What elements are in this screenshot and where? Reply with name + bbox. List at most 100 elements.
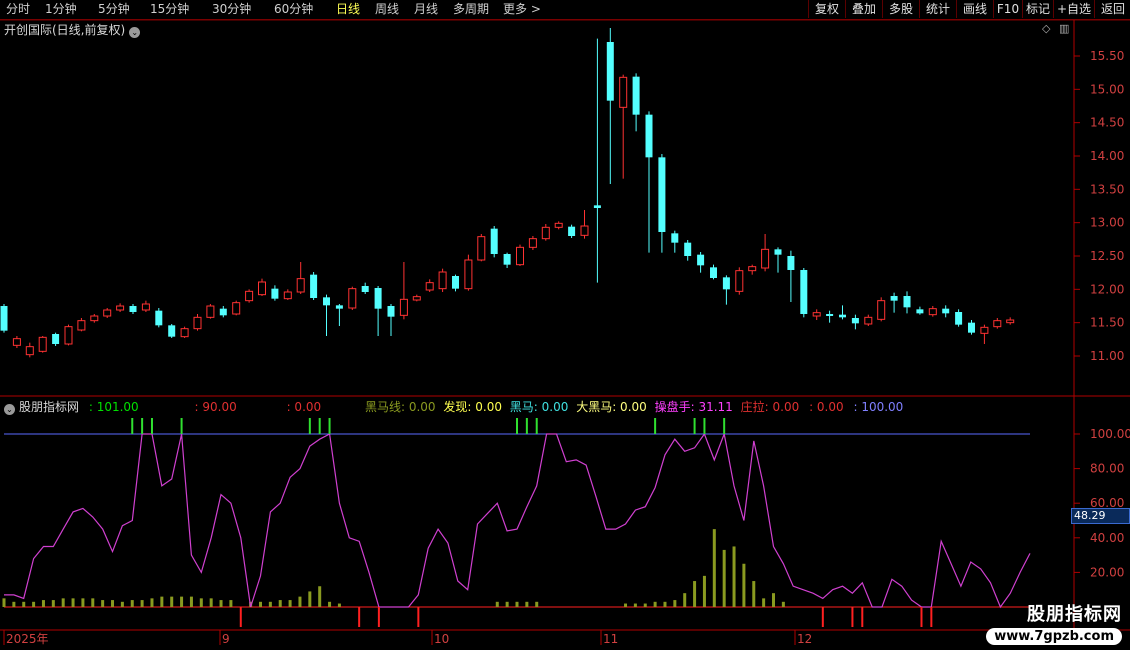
candle-body [155, 310, 163, 326]
candle-body [774, 249, 782, 255]
candle-body [245, 290, 254, 302]
indicator-tick-label: 80.00 [1090, 462, 1124, 476]
candle-body [452, 276, 459, 289]
candle-body [568, 226, 576, 236]
candle-body [361, 286, 369, 292]
oscillator-line [4, 431, 1031, 609]
candle-body [387, 306, 395, 317]
time-tick-label: 9 [222, 632, 230, 646]
indicator-panel [2, 418, 1031, 627]
time-axis: 2025年 9 10 11 12 [3, 630, 812, 646]
price-tick-label: 13.00 [1090, 216, 1124, 230]
candle-body [477, 236, 486, 261]
candle-body [580, 225, 589, 236]
candle-body [541, 226, 550, 240]
candle-body [490, 228, 498, 254]
candle-body [864, 316, 873, 325]
candle-body [761, 248, 770, 269]
candle-body [64, 326, 73, 345]
candle-body [168, 325, 176, 337]
candle-body [283, 291, 292, 300]
candle-body [77, 320, 86, 331]
candle-body [103, 309, 112, 317]
candle-body [697, 254, 705, 266]
watermark-logo: 股朋指标网 www.7gpzb.com [986, 600, 1122, 645]
time-tick-label: 12 [797, 632, 812, 646]
price-tick-label: 13.50 [1090, 182, 1124, 196]
candle-body [928, 308, 937, 316]
time-tick-label: 10 [434, 632, 449, 646]
candle-body [903, 296, 911, 308]
time-tick-label: 11 [603, 632, 618, 646]
watermark-line1: 股朋指标网 [1027, 604, 1122, 625]
price-tick-label: 11.00 [1090, 349, 1124, 363]
candle-body [180, 328, 189, 338]
candle-body [593, 205, 601, 208]
candle-body [219, 308, 227, 316]
candle-body [296, 278, 305, 293]
price-tick-label: 14.50 [1090, 116, 1124, 130]
candle-body [412, 296, 421, 301]
candle-body [826, 314, 834, 316]
price-tick-label: 15.00 [1090, 82, 1124, 96]
candle-body [735, 270, 744, 292]
chart-canvas[interactable]: 15.50 15.00 14.50 14.00 13.50 13.00 12.50 12.00… [0, 0, 1130, 650]
candle-body [348, 288, 357, 309]
candle-body [52, 334, 60, 344]
price-tick-label: 14.00 [1090, 149, 1124, 163]
candlestick-series [0, 28, 1015, 358]
candle-body [425, 282, 434, 291]
candle-body [516, 246, 524, 266]
candle-body [645, 114, 653, 158]
candle-body [658, 157, 666, 232]
candle-body [323, 297, 330, 306]
price-tick-label: 12.00 [1090, 282, 1124, 296]
candle-body [0, 306, 8, 331]
current-value-tag: 48.29 [1071, 508, 1130, 524]
indicator-axis: 100.0080.0060.0040.0020.00 [1074, 427, 1130, 579]
candle-body [980, 326, 989, 334]
candle-body [877, 300, 886, 320]
time-tick-label: 2025年 [6, 632, 49, 646]
price-tick-label: 15.50 [1090, 49, 1124, 63]
candle-body [684, 242, 692, 256]
candle-body [438, 271, 447, 290]
candle-body [25, 346, 34, 356]
candle-body [800, 270, 808, 314]
candle-body [968, 322, 975, 333]
price-tick-label: 11.50 [1090, 316, 1124, 330]
candle-body [503, 254, 511, 265]
candle-body [464, 259, 473, 290]
candle-body [335, 305, 343, 309]
candle-body [955, 312, 963, 325]
candle-body [554, 222, 563, 228]
candle-body [916, 309, 924, 314]
candle-body [271, 288, 279, 299]
indicator-tick-label: 40.00 [1090, 531, 1124, 545]
candle-body [812, 312, 821, 317]
candle-body [193, 316, 202, 330]
indicator-tick-label: 100.00 [1090, 427, 1130, 441]
candle-body [993, 320, 1002, 328]
candle-body [619, 76, 628, 108]
candle-body [310, 274, 318, 298]
candle-body [374, 288, 382, 309]
candle-body [722, 277, 730, 290]
chart-frame [0, 19, 1130, 631]
candle-body [258, 281, 266, 296]
candle-body [839, 314, 846, 318]
candle-body [710, 267, 717, 278]
candle-body [528, 238, 537, 248]
candle-body [12, 338, 21, 346]
watermark-line2: www.7gpzb.com [986, 628, 1122, 645]
candle-body [232, 302, 241, 315]
candle-body [116, 305, 125, 311]
price-tick-label: 12.50 [1090, 249, 1124, 263]
candle-body [851, 318, 859, 324]
candle-body [890, 296, 898, 301]
candle-body [632, 76, 640, 115]
candle-body [206, 305, 215, 318]
candle-body [141, 303, 150, 311]
candle-body [38, 336, 47, 352]
candle-body [787, 256, 795, 270]
